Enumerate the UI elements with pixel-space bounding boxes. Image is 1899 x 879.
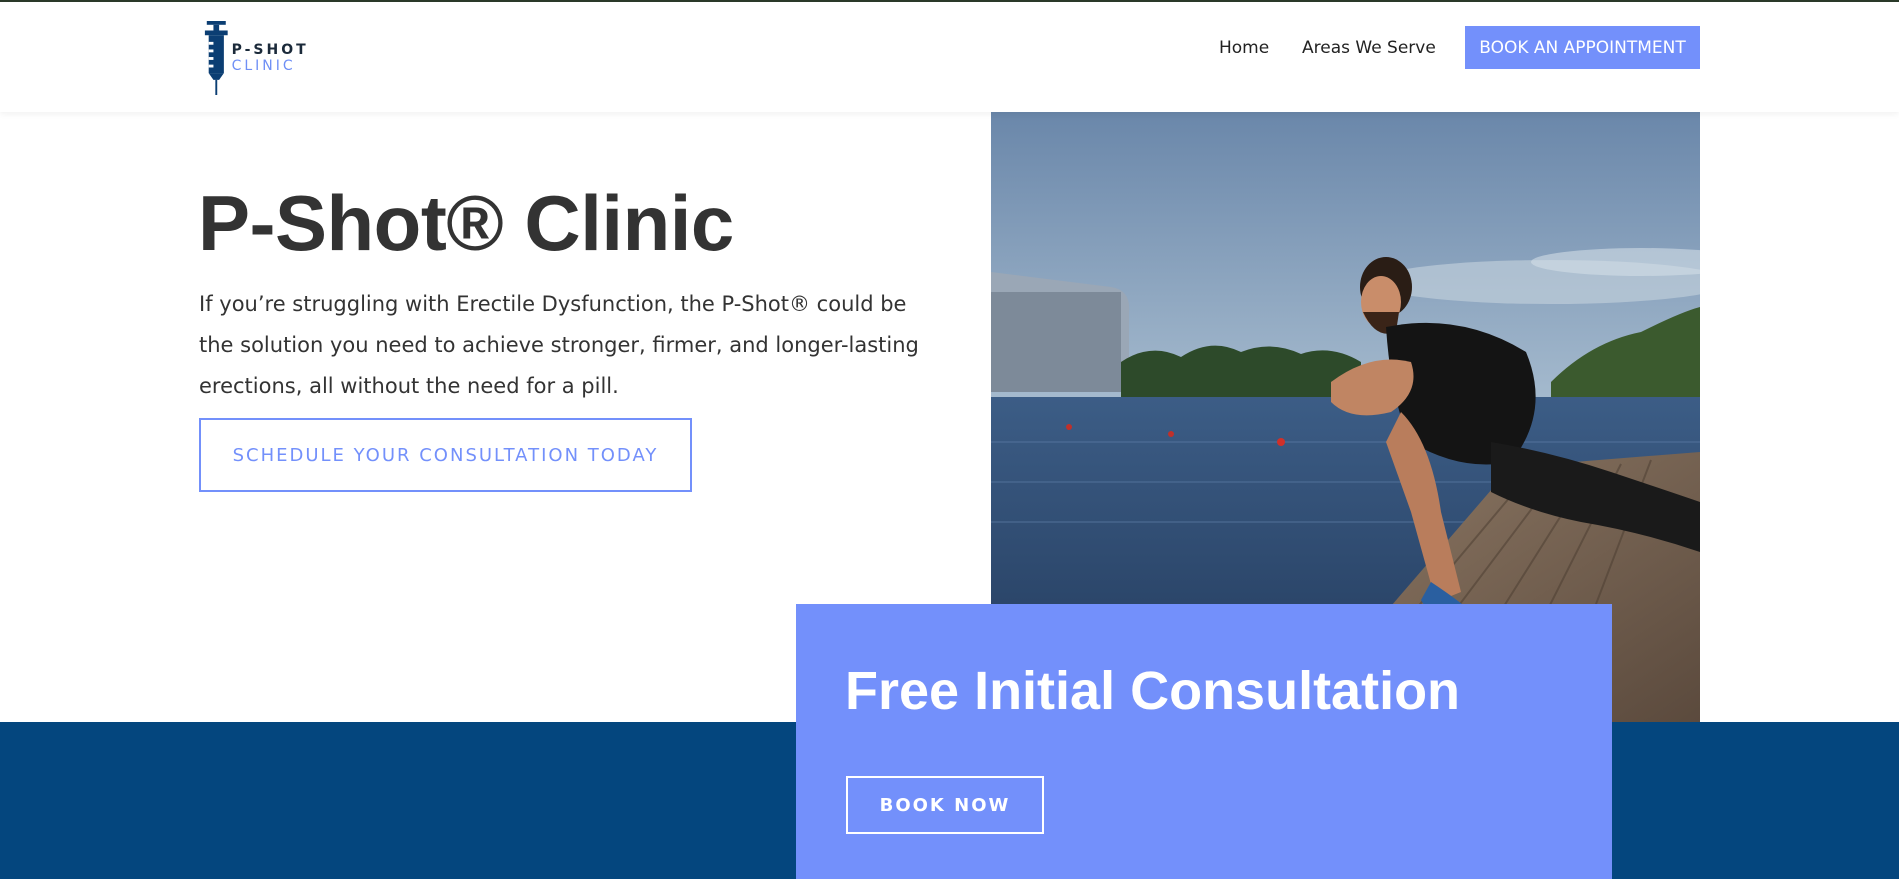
site-header: P-SHOT CLINIC Home Areas We Serve BOOK A…	[0, 2, 1899, 112]
site-logo[interactable]: P-SHOT CLINIC	[203, 18, 373, 98]
book-appointment-button[interactable]: BOOK AN APPOINTMENT	[1465, 26, 1700, 69]
consultation-card: Free Initial Consultation BOOK NOW	[796, 604, 1612, 879]
nav-areas-we-serve[interactable]: Areas We Serve	[1302, 38, 1436, 58]
schedule-consultation-button[interactable]: SCHEDULE YOUR CONSULTATION TODAY	[199, 418, 692, 492]
hero-title: P-Shot® Clinic	[198, 179, 734, 267]
hero-description: If you’re struggling with Erectile Dysfu…	[199, 292, 919, 398]
consultation-title: Free Initial Consultation	[845, 661, 1461, 721]
logo-text: P-SHOT CLINIC	[231, 42, 309, 74]
syringe-icon	[204, 21, 228, 95]
nav-home[interactable]: Home	[1219, 38, 1269, 58]
book-now-button[interactable]: BOOK NOW	[846, 776, 1044, 834]
